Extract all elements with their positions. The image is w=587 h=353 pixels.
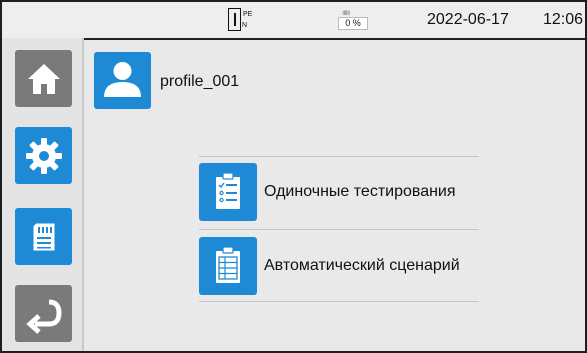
- settings-button[interactable]: [15, 127, 72, 184]
- grid-clipboard-icon: [216, 246, 240, 283]
- pe-label: PE: [243, 11, 253, 18]
- single-tests-label: Одиночные тестирования: [264, 183, 456, 200]
- sd-card-icon: [32, 222, 55, 251]
- single-tests-tile: [199, 163, 257, 221]
- battery-indicator: ıııııı 0 %: [338, 8, 368, 30]
- checklist-clipboard-icon: [216, 172, 240, 209]
- divider: [199, 156, 479, 157]
- profile-name: profile_001: [160, 73, 240, 90]
- pe-indicator: PE N: [228, 8, 264, 32]
- n-label: N: [242, 22, 248, 29]
- memory-button[interactable]: [15, 208, 72, 265]
- gear-icon: [25, 137, 62, 174]
- battery-percent: 0 %: [338, 17, 368, 30]
- user-icon: [104, 62, 141, 97]
- status-time: 12:06: [543, 11, 584, 28]
- user-avatar: [94, 52, 151, 109]
- auto-scenario-tile: [199, 237, 257, 295]
- back-arrow-icon: [25, 299, 62, 334]
- battery-icon: ıııııı: [342, 8, 350, 17]
- home-icon: [27, 63, 60, 94]
- home-button[interactable]: [15, 50, 72, 107]
- status-date: 2022-06-17: [427, 11, 509, 28]
- divider: [199, 301, 479, 302]
- device-screen: PE N ıııııı 0 % 2022-06-17 12:06 profile…: [0, 0, 587, 353]
- divider: [199, 229, 479, 230]
- pe-indicator-icon: [228, 8, 241, 31]
- back-button[interactable]: [15, 285, 72, 342]
- menu-item-auto-scenario[interactable]: Автоматический сценарий: [199, 237, 479, 295]
- sidebar: [2, 38, 84, 351]
- auto-scenario-label: Автоматический сценарий: [264, 257, 460, 274]
- status-bar: PE N ıııııı 0 % 2022-06-17 12:06: [2, 2, 585, 40]
- menu-item-single-tests[interactable]: Одиночные тестирования: [199, 163, 479, 221]
